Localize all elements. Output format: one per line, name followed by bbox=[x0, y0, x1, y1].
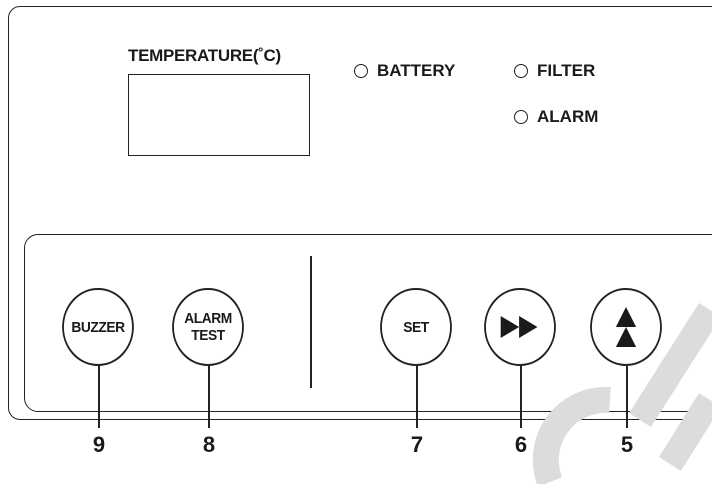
buzzer-button-label: BUZZER bbox=[71, 318, 125, 336]
alarm-indicator: ALARM bbox=[514, 107, 598, 127]
alarm-label: ALARM bbox=[537, 107, 599, 126]
callout-number-6: 6 bbox=[514, 432, 528, 457]
set-button[interactable]: SET bbox=[380, 288, 452, 366]
temperature-display bbox=[128, 74, 310, 156]
up-arrow-icon bbox=[615, 307, 637, 347]
alarm-test-button-label: ALARM TEST bbox=[184, 310, 232, 344]
buzzer-button[interactable]: BUZZER bbox=[62, 288, 134, 366]
filter-label: FILTER bbox=[537, 61, 596, 80]
callout-number-5: 5 bbox=[620, 432, 634, 457]
callout-number-7: 7 bbox=[410, 432, 424, 457]
callout-line-9 bbox=[98, 366, 100, 428]
callout-line-5 bbox=[626, 366, 628, 428]
alarm-test-line-2: TEST bbox=[191, 327, 225, 344]
alarm-led-icon bbox=[514, 110, 528, 124]
callout-number-8: 8 bbox=[202, 432, 216, 457]
filter-led-icon bbox=[514, 64, 528, 78]
temperature-label: TEMPERATURE(˚C) bbox=[128, 46, 281, 65]
callout-line-8 bbox=[208, 366, 210, 428]
callout-line-6 bbox=[520, 366, 522, 428]
battery-led-icon bbox=[354, 64, 368, 78]
fast-forward-button[interactable] bbox=[484, 288, 556, 366]
battery-indicator: BATTERY bbox=[354, 61, 455, 81]
alarm-test-button[interactable]: ALARM TEST bbox=[172, 288, 244, 366]
fast-forward-icon bbox=[500, 316, 538, 338]
filter-indicator: FILTER bbox=[514, 61, 595, 81]
alarm-test-line-1: ALARM bbox=[184, 310, 232, 327]
button-divider bbox=[310, 256, 312, 388]
up-button[interactable] bbox=[590, 288, 662, 366]
battery-label: BATTERY bbox=[377, 61, 456, 80]
callout-line-7 bbox=[416, 366, 418, 428]
callout-number-9: 9 bbox=[92, 432, 106, 457]
set-button-label: SET bbox=[403, 318, 429, 336]
